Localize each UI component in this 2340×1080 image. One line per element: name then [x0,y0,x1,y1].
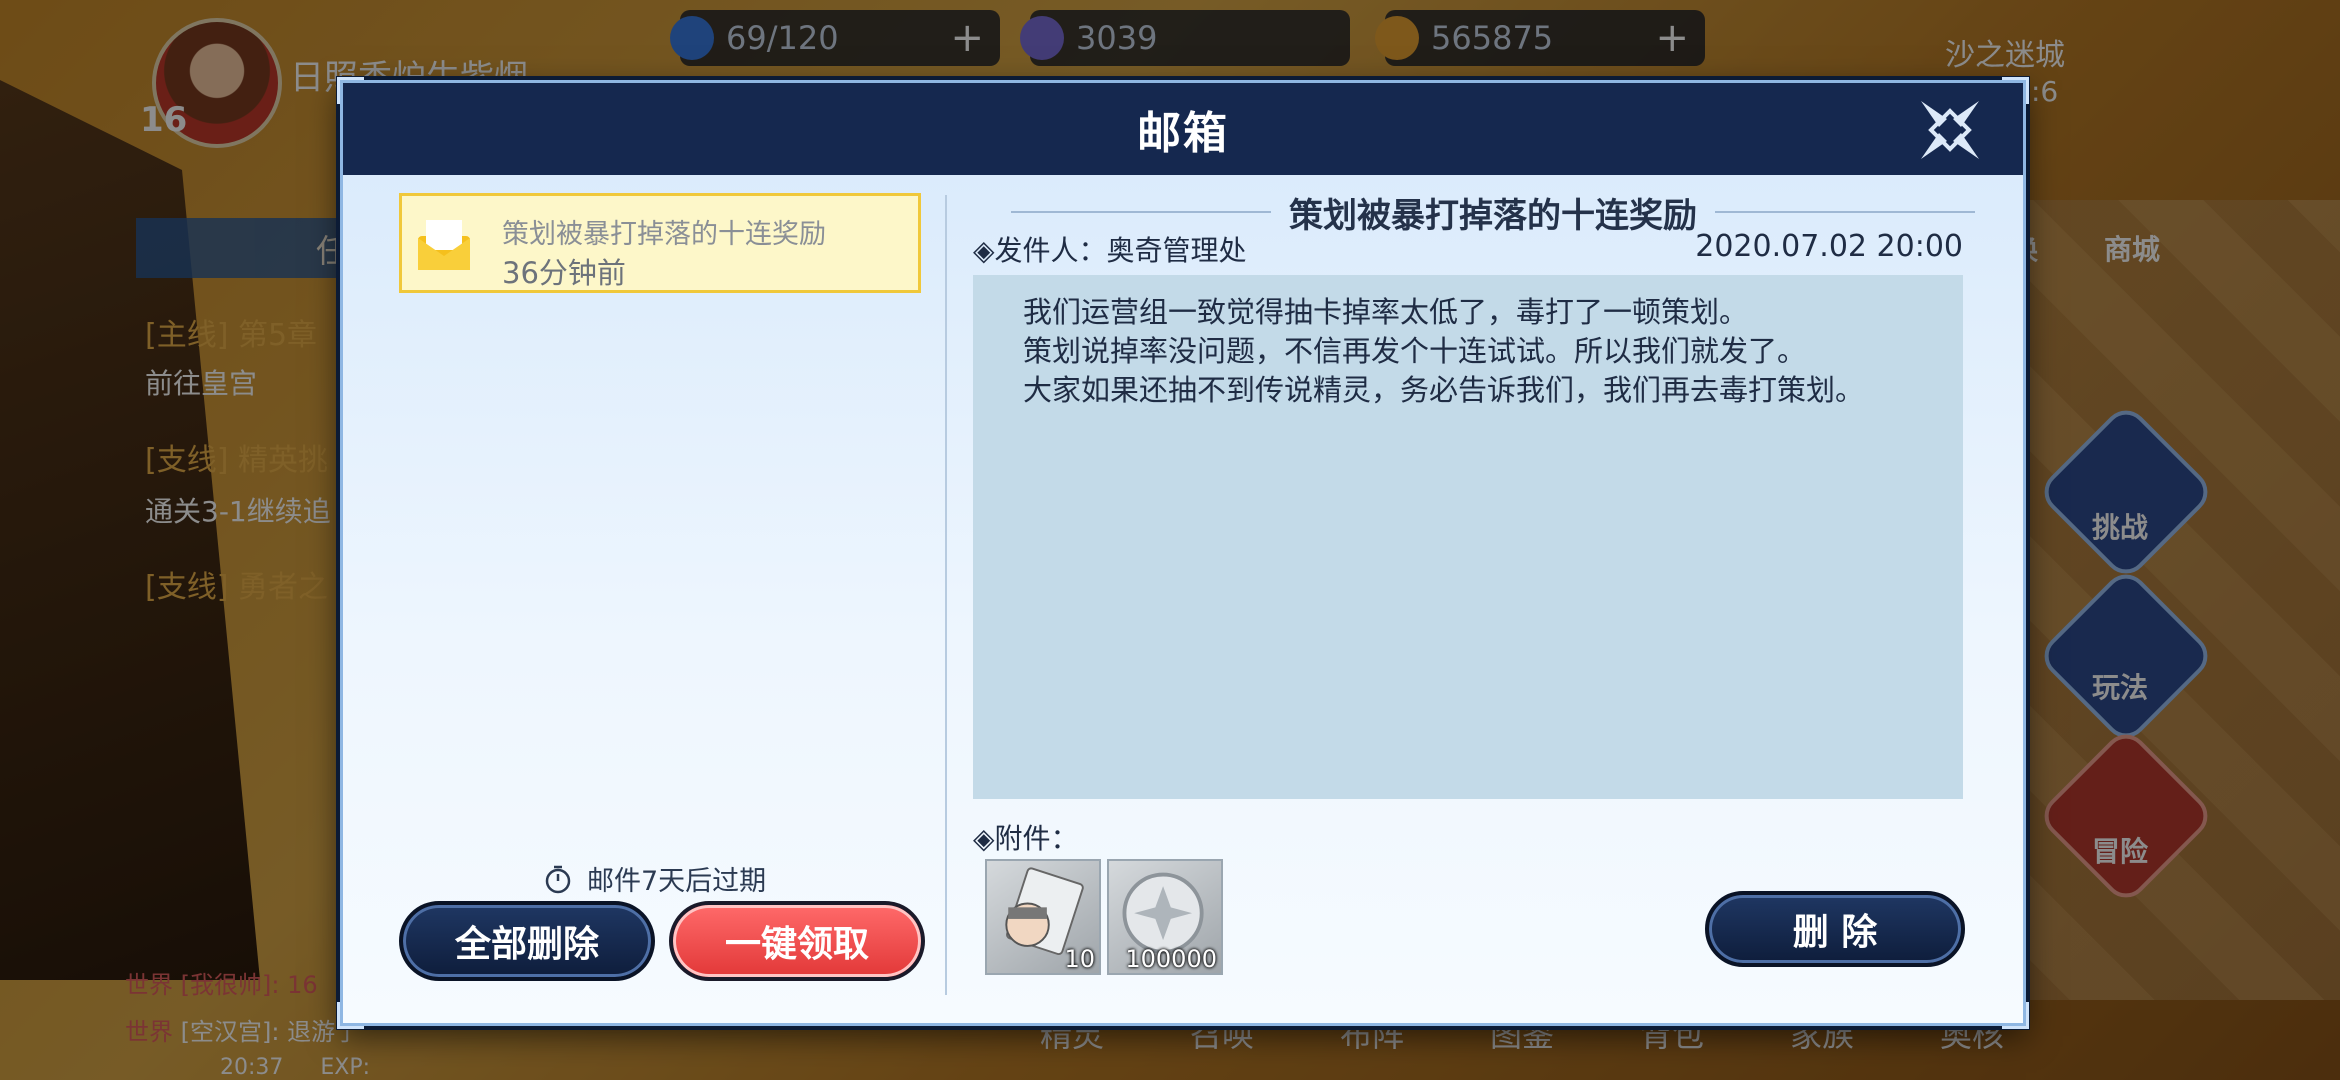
title-decor-line [1715,211,1975,213]
claim-all-button[interactable]: 一键领取 [669,901,925,981]
mail-body-line: 我们运营组一致觉得抽卡掉率太低了，毒打了一顿策划。 [1023,295,1749,329]
mail-body-line: 大家如果还抽不到传说精灵，务必告诉我们，我们再去毒打策划。 [1023,373,1865,407]
mail-date: 2020.07.02 20:00 [1695,229,1963,264]
corner-decor [337,1002,364,1029]
attachment-ticket[interactable]: 10 [985,859,1101,975]
corner-decor [2002,1002,2029,1029]
attachment-count: 10 [1064,945,1095,973]
panel-divider [945,195,947,995]
mail-detail-title: 策划被暴打掉落的十连奖励 [1289,195,1697,236]
modal-header: 邮箱 [343,83,2023,175]
mail-list-item[interactable]: 策划被暴打掉落的十连奖励 36分钟前 [399,193,921,293]
expire-text: 邮件7天后过期 [587,866,767,897]
title-decor-line [1011,211,1271,213]
mail-body: 我们运营组一致觉得抽卡掉率太低了，毒打了一顿策划。 策划说掉率没问题，不信再发个… [973,275,1963,799]
mail-body-line: 策划说掉率没问题，不信再发个十连试试。所以我们就发了。 [1023,334,1807,368]
modal-title: 邮箱 [1137,108,1229,159]
close-button[interactable] [1917,97,1983,163]
attachments-label: ◈附件： [973,822,1079,855]
expire-note: 邮件7天后过期 [543,859,766,898]
envelope-open-icon [418,220,470,270]
timer-icon [545,865,571,893]
mailbox-modal: 邮箱 策划被暴打掉落的十连奖励 36分钟前 邮件7天后过期 全部删除 一键领取 … [337,77,2029,1029]
close-icon [1921,101,1979,159]
attachment-count: 100000 [1125,945,1217,973]
delete-button[interactable]: 删 除 [1705,891,1965,967]
delete-all-button[interactable]: 全部删除 [399,901,655,981]
mail-item-time: 36分钟前 [502,256,626,290]
attachment-silver-coin[interactable]: 100000 [1107,859,1223,975]
mail-sender: ◈发件人：奥奇管理处 [973,234,1247,267]
mail-item-title: 策划被暴打掉落的十连奖励 [502,219,826,250]
